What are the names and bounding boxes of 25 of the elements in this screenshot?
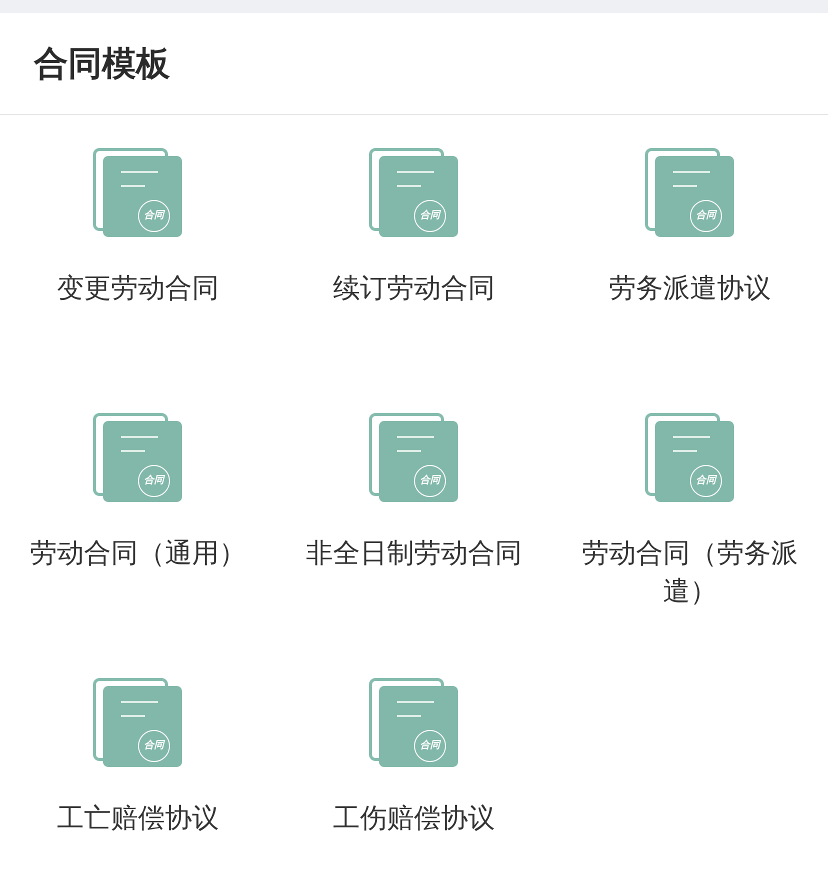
document-icon <box>93 413 183 503</box>
template-name[interactable]: 劳动合同（通用） <box>18 535 258 573</box>
contract-badge: 合同 <box>138 200 170 232</box>
template-name[interactable]: 劳动合同（劳务派遣） <box>570 535 810 611</box>
document-icon <box>369 413 459 503</box>
template-name[interactable]: 非全日制劳动合同 <box>294 535 534 573</box>
contract-badge: 合同 <box>690 465 722 497</box>
template-name[interactable]: 工伤赔偿协议 <box>294 800 534 838</box>
contract-badge: 合同 <box>138 465 170 497</box>
template-name[interactable]: 工亡赔偿协议 <box>18 800 258 838</box>
page-title: 合同模板 <box>34 42 170 86</box>
contract-badge: 合同 <box>414 200 446 232</box>
document-icon <box>645 413 735 503</box>
contract-badge: 合同 <box>690 200 722 232</box>
document-icon <box>369 678 459 768</box>
contract-badge: 合同 <box>138 730 170 762</box>
document-icon <box>369 148 459 238</box>
contract-badge: 合同 <box>414 465 446 497</box>
document-icon <box>93 148 183 238</box>
document-icon <box>645 148 735 238</box>
template-name[interactable]: 变更劳动合同 <box>18 270 258 308</box>
contract-badge: 合同 <box>414 730 446 762</box>
template-name[interactable]: 劳务派遣协议 <box>570 270 810 308</box>
document-icon <box>93 678 183 768</box>
template-name[interactable]: 续订劳动合同 <box>294 270 534 308</box>
